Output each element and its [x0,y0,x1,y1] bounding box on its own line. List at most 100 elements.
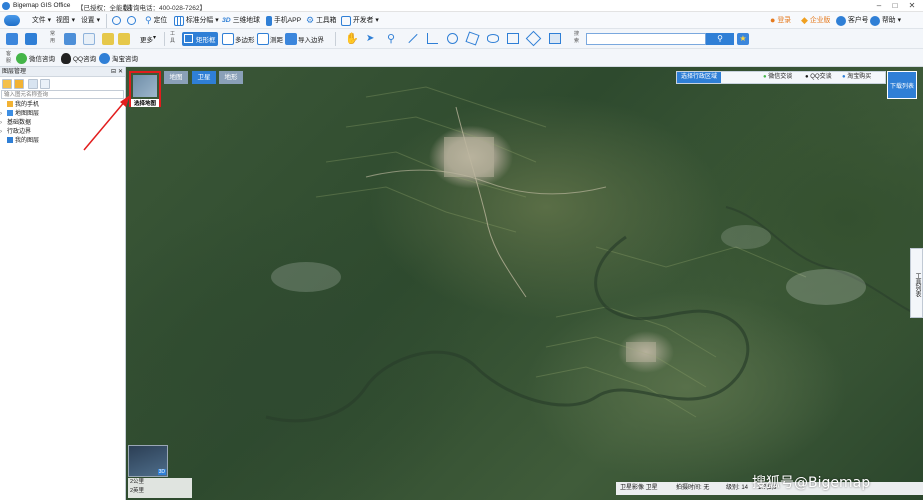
tree-item-map-layers[interactable]: › 地图图层 [0,110,39,119]
maximize-icon[interactable]: □ [888,1,902,11]
layers-icon[interactable] [549,33,561,44]
menu-file[interactable]: 文件 ▾ [32,15,51,26]
eraser-icon[interactable] [525,30,542,47]
qq-consult-button[interactable]: QQ咨询 [61,52,96,64]
service-group-label: 客服 [6,51,12,64]
chevron-right-icon[interactable]: › [0,128,7,137]
rect-select-button[interactable]: 矩形框 [182,32,218,46]
chevron-down-icon: ▾ [47,17,52,24]
rectangle-icon [184,34,193,43]
client-button[interactable]: 客户号 [836,15,868,26]
help-icon [870,15,880,26]
menu-settings[interactable]: 设置 ▾ [81,15,100,26]
chevron-right-icon[interactable]: › [0,110,7,119]
menu-developer[interactable]: 开发者 ▾ [341,15,379,26]
polyline-icon[interactable] [427,33,438,44]
toolbar-group2-label: 工具 [170,31,176,44]
taobao-buy-button[interactable]: ● 淘宝购买 [842,72,871,83]
menu-view[interactable]: 视图 ▾ [56,15,75,26]
search-button[interactable]: ⚲ [706,33,734,45]
marker-icon[interactable]: ⚲ [387,32,395,45]
qq-chat-label: QQ交谈 [810,74,832,80]
import-icon[interactable] [285,33,297,45]
search-input[interactable] [586,33,706,45]
tree-item-admin-boundary[interactable]: › 行政边界 [0,128,31,137]
tab-map[interactable]: 地图 [164,71,188,84]
tree-item-my-phone[interactable]: 我的手机 [0,101,39,110]
star-icon: ★ [739,34,747,43]
menu-toolbox[interactable]: ⚙ 工具箱 [306,15,336,26]
wechat-chat-button[interactable]: ● 微信交谈 [763,72,792,83]
tree-item-basic-data[interactable]: › 基础数据 [0,119,31,128]
diamond-icon: ◆ [801,15,808,25]
ellipse-icon[interactable] [487,34,499,43]
taobao-consult-button[interactable]: 淘宝咨询 [99,52,138,64]
panel-close-icon[interactable]: ✕ [118,67,123,77]
layer-icon[interactable] [83,33,95,45]
menu-divider [106,14,107,28]
menu-mobile-app[interactable]: 手机APP [266,15,301,26]
menu-zoom-in[interactable] [112,15,121,26]
pointer-icon[interactable]: ➤ [366,33,374,44]
layer-search-icon[interactable] [40,79,50,89]
save-icon[interactable] [25,33,37,45]
pin-icon[interactable]: ⊟ [111,67,116,77]
chevron-down-icon: ▾ [897,17,902,24]
close-icon[interactable]: ✕ [905,1,919,11]
open-folder-icon[interactable] [14,79,24,89]
shape-icon[interactable] [465,31,480,46]
wechat-chat-label: 微信交谈 [768,74,793,80]
hotline-label: 【咨询电话：400-028-7262】 [120,5,206,12]
tab-satellite[interactable]: 卫星 [192,71,216,84]
scale-imperial: 2英里 [130,488,145,494]
map-tile-alt-icon[interactable] [118,33,130,45]
measure-label[interactable]: 测距 [270,34,283,44]
region-select-button[interactable]: 选择行政区域 [677,72,721,83]
tab-terrain[interactable]: 地形 [219,71,243,84]
download-list-button[interactable]: 下载列表 [887,71,917,99]
minimize-icon[interactable]: – [872,1,886,11]
new-folder-icon[interactable] [2,79,12,89]
wechat-icon: ● [763,74,767,80]
hand-pan-icon[interactable]: ✋ [345,32,359,45]
tree-item-label: 基础数据 [7,120,32,126]
ruler-icon[interactable] [257,33,269,45]
watermark: 搜狐号@Bigemap [752,475,871,491]
data-grid-icon[interactable] [64,33,76,45]
app-logo-icon [2,2,10,10]
toolbar-group1-label: 常用 [50,31,56,44]
chevron-right-icon[interactable]: › [0,119,7,128]
tree-item-my-layers[interactable]: 我的图层 [0,137,39,146]
checkbox-icon[interactable] [7,137,13,143]
wechat-consult-button[interactable]: 微信咨询 [16,52,55,64]
circle-icon[interactable] [447,33,458,44]
menu-standard-grid[interactable]: 标准分幅 ▾ [174,15,219,26]
taobao-buy-label: 淘宝购买 [847,74,872,80]
square-icon[interactable] [507,33,519,44]
menu-locate[interactable]: ⚲ 定位 [145,15,167,26]
grid-view-icon[interactable] [28,79,38,89]
import-boundary-label[interactable]: 导入边界 [298,34,324,44]
tool-list-panel-toggle[interactable]: 工具列表 [910,248,923,318]
polygon-icon[interactable] [222,33,234,45]
qq-chat-button[interactable]: ● QQ交谈 [805,72,832,83]
line-icon[interactable] [408,33,418,44]
folder-icon[interactable] [6,33,18,45]
favorite-button[interactable]: ★ [737,33,749,45]
menu-developer-label: 开发者 [353,17,374,24]
menu-logo-icon[interactable] [4,15,20,26]
menu-zoom-out[interactable] [127,15,136,26]
more-button[interactable]: 更多 [140,34,153,44]
help-button[interactable]: 帮助 ▾ [870,15,901,26]
login-button[interactable]: ● 登录 [770,15,791,26]
enterprise-button[interactable]: ◆ 企业版 [801,15,830,26]
map-tile-icon[interactable] [102,33,114,45]
client-label: 客户号 [848,17,869,24]
polygon-label[interactable]: 多边形 [235,34,255,44]
menu-bar: 文件 ▾ 视图 ▾ 设置 ▾ ⚲ 定位 标准分幅 ▾ 3D 三维地球 手机APP ⚙ 工具箱 … [0,12,923,29]
menu-file-label: 文件 [32,17,46,24]
map-view[interactable]: 地图 卫星 地形 选择地图 选择行政区域 ● 微信交谈 ● QQ交谈 ● 淘宝购… [126,67,923,500]
menu-3d-earth[interactable]: 3D 三维地球 [222,15,260,26]
globe-minimap[interactable]: 3D [128,445,168,477]
minimap-3d-badge[interactable]: 3D [157,469,166,475]
